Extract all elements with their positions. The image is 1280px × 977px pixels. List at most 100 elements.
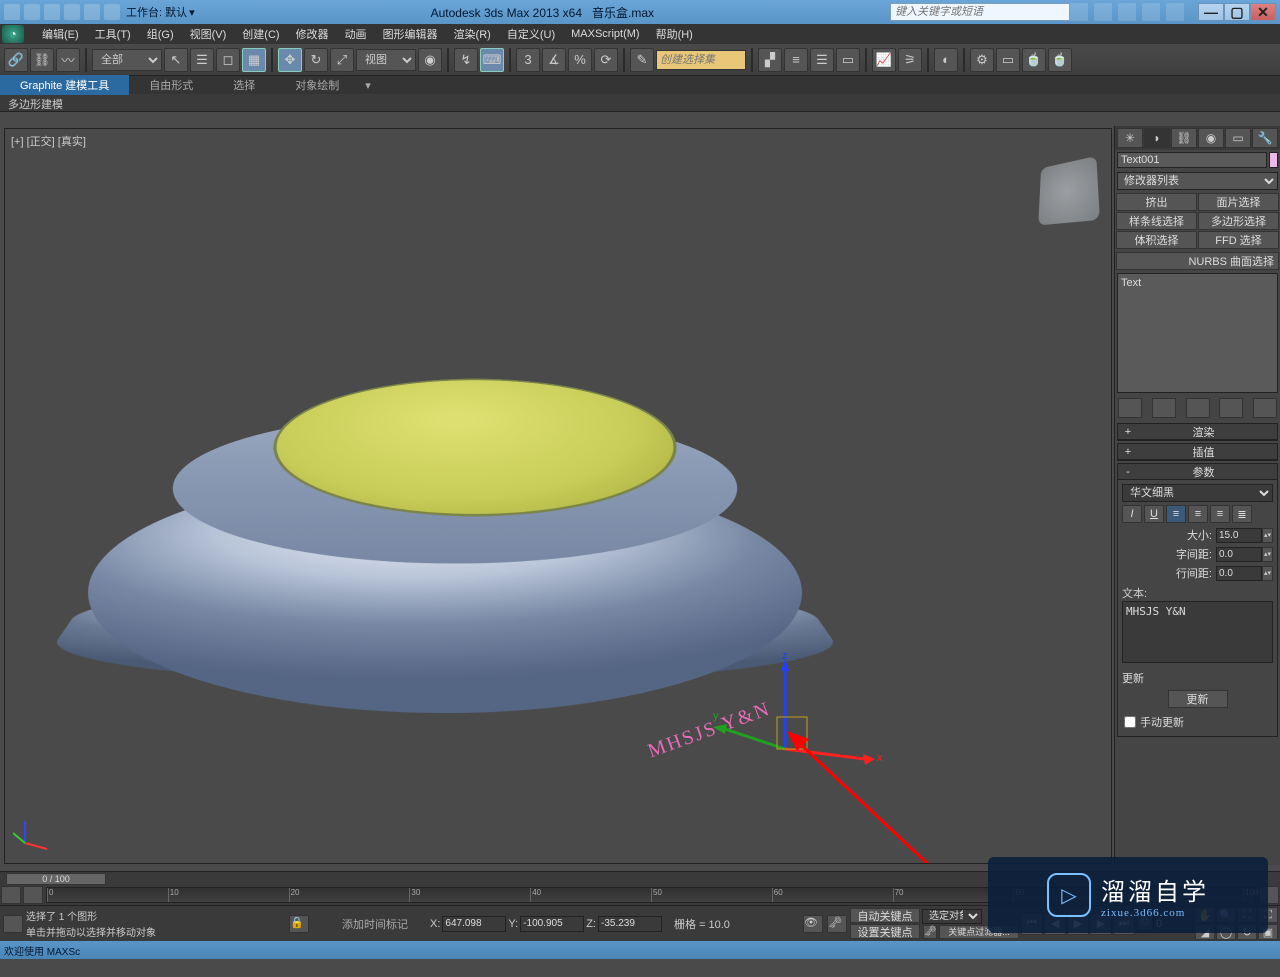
menu-customize[interactable]: 自定义(U) bbox=[499, 24, 563, 44]
select-rotate-icon[interactable]: ↻ bbox=[304, 48, 328, 72]
close-button[interactable]: ✕ bbox=[1250, 3, 1276, 21]
coord-x-input[interactable] bbox=[442, 916, 506, 932]
add-time-tag[interactable]: 添加时间标记 bbox=[342, 916, 408, 932]
display-tab-icon[interactable]: ▭ bbox=[1225, 128, 1251, 148]
setkey-button[interactable]: 设置关键点 bbox=[850, 924, 920, 939]
spinner-up-icon[interactable]: ▴▾ bbox=[1262, 528, 1273, 543]
hierarchy-tab-icon[interactable]: ⛓ bbox=[1171, 128, 1197, 148]
keyboard-shortcut-icon[interactable]: ⌨ bbox=[480, 48, 504, 72]
trackbar-toggle-icon[interactable] bbox=[1, 886, 21, 904]
italic-button[interactable]: I bbox=[1122, 505, 1142, 523]
menu-maxscript[interactable]: MAXScript(M) bbox=[563, 26, 647, 42]
kerning-input[interactable] bbox=[1216, 547, 1262, 562]
menu-create[interactable]: 创建(C) bbox=[234, 24, 287, 44]
named-selection-input[interactable] bbox=[656, 50, 746, 70]
menu-group[interactable]: 组(G) bbox=[139, 24, 182, 44]
lock-selection-icon[interactable]: 🔒 bbox=[289, 915, 309, 933]
show-end-result-icon[interactable] bbox=[1152, 398, 1176, 418]
render-iterative-icon[interactable]: 🍵 bbox=[1048, 48, 1072, 72]
bind-space-warp-icon[interactable]: 〰 bbox=[56, 48, 80, 72]
btn-ffdsel[interactable]: FFD 选择 bbox=[1198, 231, 1279, 249]
qat-project-icon[interactable] bbox=[104, 4, 120, 20]
pivot-center-icon[interactable]: ◉ bbox=[418, 48, 442, 72]
qat-redo-icon[interactable] bbox=[84, 4, 100, 20]
remove-modifier-icon[interactable] bbox=[1219, 398, 1243, 418]
viewport[interactable]: [+] [正交] [真实] MHSJS Y&N z x y bbox=[5, 129, 1111, 863]
configure-sets-icon[interactable] bbox=[1253, 398, 1277, 418]
ref-coord-dropdown[interactable]: 视图 bbox=[356, 49, 416, 71]
text-content-input[interactable] bbox=[1122, 601, 1273, 663]
help-icon[interactable] bbox=[1166, 3, 1184, 21]
select-scale-icon[interactable]: ⤢ bbox=[330, 48, 354, 72]
select-by-name-icon[interactable]: ☰ bbox=[190, 48, 214, 72]
workspace-label[interactable]: 工作台: 默认 bbox=[126, 4, 187, 20]
snap-toggle-icon[interactable]: 3 bbox=[516, 48, 540, 72]
menu-help[interactable]: 帮助(H) bbox=[648, 24, 701, 44]
selection-filter-dropdown[interactable]: 全部 bbox=[92, 49, 162, 71]
ribbon-tab-objpaint[interactable]: 对象绘制 bbox=[275, 75, 359, 95]
btn-patchsel[interactable]: 面片选择 bbox=[1198, 193, 1279, 211]
time-slider[interactable]: 0 / 100 bbox=[6, 873, 106, 885]
rendered-frame-icon[interactable]: ▭ bbox=[996, 48, 1020, 72]
material-editor-icon[interactable]: ◐ bbox=[934, 48, 958, 72]
object-color-swatch[interactable] bbox=[1269, 152, 1278, 168]
underline-button[interactable]: U bbox=[1144, 505, 1164, 523]
maxscript-listener-icon[interactable] bbox=[3, 915, 23, 933]
size-input[interactable] bbox=[1216, 528, 1262, 543]
search-icon[interactable] bbox=[1094, 3, 1112, 21]
menu-tools[interactable]: 工具(T) bbox=[87, 24, 139, 44]
keymode-dropdown[interactable]: 选定对象 bbox=[922, 909, 982, 924]
autokey-button[interactable]: 自动关键点 bbox=[850, 908, 920, 923]
btn-extrude[interactable]: 挤出 bbox=[1116, 193, 1197, 211]
ribbon-tab-graphite[interactable]: Graphite 建模工具 bbox=[0, 75, 129, 95]
window-crossing-icon[interactable]: ▦ bbox=[242, 48, 266, 72]
align-justify-button[interactable]: ≣ bbox=[1232, 505, 1252, 523]
qat-open-icon[interactable] bbox=[24, 4, 40, 20]
edit-named-sel-icon[interactable]: ✎ bbox=[630, 48, 654, 72]
favorite-icon[interactable] bbox=[1142, 3, 1160, 21]
trackbar-keys-icon[interactable] bbox=[23, 886, 43, 904]
coord-z-input[interactable] bbox=[598, 916, 662, 932]
select-move-icon[interactable]: ✥ bbox=[278, 48, 302, 72]
btn-polysel[interactable]: 多边形选择 bbox=[1198, 212, 1279, 230]
ribbon-toggle-icon[interactable]: ▭ bbox=[836, 48, 860, 72]
btn-volsel[interactable]: 体积选择 bbox=[1116, 231, 1197, 249]
create-tab-icon[interactable]: ✳ bbox=[1117, 128, 1143, 148]
btn-splinesel[interactable]: 样条线选择 bbox=[1116, 212, 1197, 230]
align-center-button[interactable]: ≡ bbox=[1188, 505, 1208, 523]
mirror-icon[interactable]: ▞ bbox=[758, 48, 782, 72]
modify-tab-icon[interactable]: ◗ bbox=[1144, 128, 1170, 148]
curve-editor-icon[interactable]: 📈 bbox=[872, 48, 896, 72]
render-production-icon[interactable]: 🍵 bbox=[1022, 48, 1046, 72]
app-menu-icon[interactable]: ◔ bbox=[2, 25, 24, 43]
ribbon-panel-label[interactable]: 多边形建模 bbox=[0, 94, 1280, 112]
link-icon[interactable]: 🔗 bbox=[4, 48, 28, 72]
maximize-button[interactable]: ▢ bbox=[1224, 3, 1250, 21]
btn-nurbs[interactable]: NURBS 曲面选择 bbox=[1116, 252, 1279, 270]
subscription-icon[interactable] bbox=[1118, 3, 1136, 21]
unlink-icon[interactable]: ⛓ bbox=[30, 48, 54, 72]
menu-animation[interactable]: 动画 bbox=[337, 24, 375, 44]
infocenter-icon[interactable] bbox=[1070, 3, 1088, 21]
percent-snap-icon[interactable]: % bbox=[568, 48, 592, 72]
ribbon-tab-freeform[interactable]: 自由形式 bbox=[129, 75, 213, 95]
isolate-icon[interactable]: 👁 bbox=[803, 915, 823, 933]
stack-item-text[interactable]: Text bbox=[1121, 277, 1141, 289]
object-name-input[interactable] bbox=[1117, 152, 1267, 168]
modifier-list-dropdown[interactable]: 修改器列表 bbox=[1117, 172, 1278, 190]
menu-modifiers[interactable]: 修改器 bbox=[288, 24, 337, 44]
help-search-input[interactable] bbox=[890, 3, 1070, 21]
coord-y-input[interactable] bbox=[520, 916, 584, 932]
qat-new-icon[interactable] bbox=[4, 4, 20, 20]
layers-icon[interactable]: ☰ bbox=[810, 48, 834, 72]
align-right-button[interactable]: ≡ bbox=[1210, 505, 1230, 523]
selection-lock-icon[interactable]: 🗝 bbox=[827, 915, 847, 933]
ribbon-collapse-icon[interactable]: ▾ bbox=[359, 77, 377, 94]
align-left-button[interactable]: ≡ bbox=[1166, 505, 1186, 523]
angle-snap-icon[interactable]: ∡ bbox=[542, 48, 566, 72]
select-region-icon[interactable]: ◻ bbox=[216, 48, 240, 72]
menu-rendering[interactable]: 渲染(R) bbox=[446, 24, 499, 44]
font-dropdown[interactable]: 华文细黑 bbox=[1122, 484, 1273, 502]
viewcube[interactable] bbox=[1038, 156, 1100, 225]
menu-view[interactable]: 视图(V) bbox=[182, 24, 235, 44]
